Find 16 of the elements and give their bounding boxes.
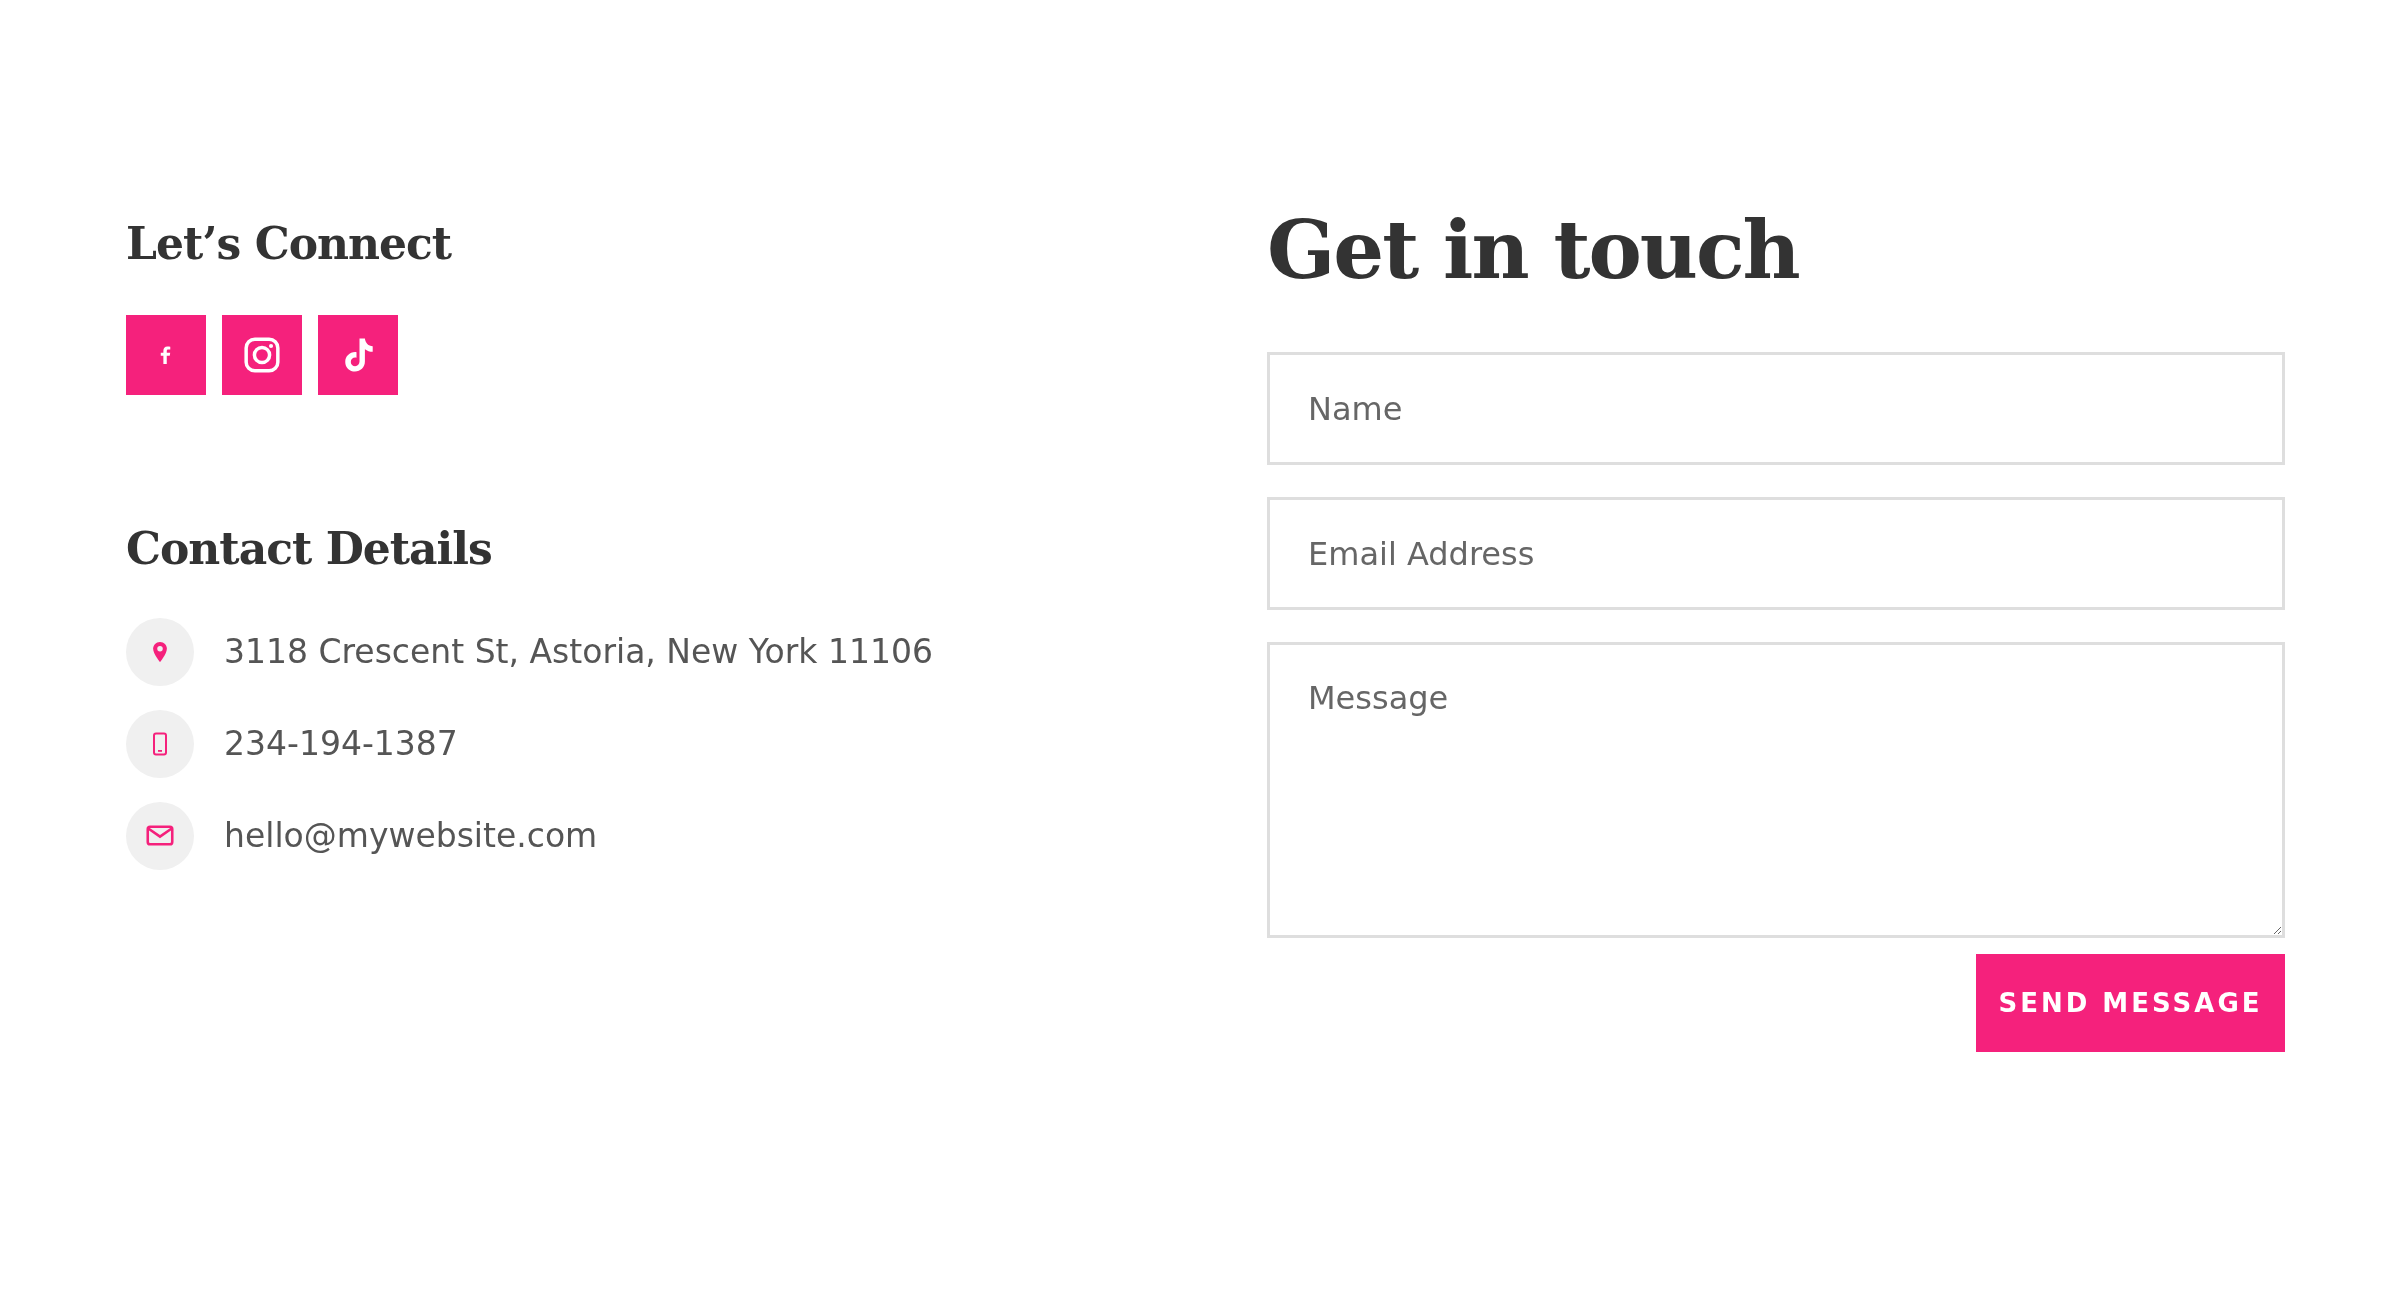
input-field[interactable]: Email Address	[1267, 497, 2285, 610]
contact-text: 234-194-1387	[224, 724, 458, 764]
section-heading: Let’s Connect	[126, 218, 453, 271]
contact-text: hello@mywebsite.com	[224, 816, 598, 856]
envelope-icon	[146, 825, 174, 847]
phone-icon	[152, 730, 168, 757]
form-heading: Get in touch	[1267, 206, 1800, 294]
message-field[interactable]: Message	[1267, 642, 2285, 938]
social-button[interactable]	[318, 314, 398, 395]
social-button[interactable]	[126, 314, 206, 395]
send-button[interactable]: SEND MESSAGE	[1976, 954, 2285, 1052]
contact-text: 3118 Crescent St, Astoria, New York 11106	[224, 632, 933, 672]
social-button[interactable]	[222, 314, 302, 395]
instagram-icon	[243, 335, 281, 374]
section-heading: Contact Details	[126, 522, 493, 576]
input-field[interactable]: Name	[1267, 352, 2285, 465]
